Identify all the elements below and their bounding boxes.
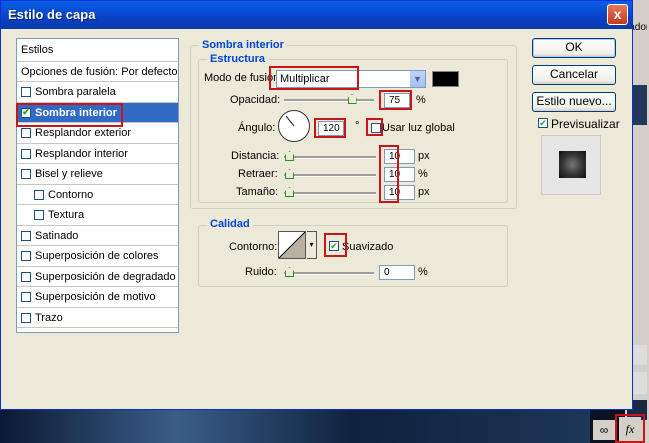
contour-dropdown-arrow[interactable]: ▾ [307, 231, 317, 259]
cancel-button[interactable]: Cancelar [532, 65, 616, 85]
angle-unit: ° [355, 120, 360, 132]
highlight-box [366, 118, 383, 136]
structure-title: Estructura [207, 53, 269, 65]
style-checkbox[interactable] [21, 312, 31, 323]
choke-slider[interactable] [284, 174, 376, 177]
layer-style-dialog: Estilo de capa x Estilos Opciones de fus… [0, 0, 633, 410]
opacity-label: Opacidad: [230, 94, 281, 106]
style-list-item[interactable]: Satinado [17, 226, 178, 246]
noise-unit: % [418, 266, 428, 278]
choke-label: Retraer: [238, 168, 278, 180]
distance-unit: px [418, 150, 430, 162]
inner-shadow-title: Sombra interior [199, 39, 287, 51]
global-light-label: Usar luz global [382, 122, 455, 134]
style-list-item[interactable]: Trazo [17, 308, 178, 328]
style-list-item-label: Superposición de colores [35, 250, 159, 262]
style-checkbox[interactable] [34, 210, 44, 220]
chevron-down-icon[interactable]: ▼ [410, 71, 425, 87]
quality-title: Calidad [207, 218, 253, 230]
angle-dial-needle [285, 115, 295, 127]
style-checkbox[interactable] [21, 271, 31, 282]
contour-curve-icon [278, 231, 306, 259]
style-list-item[interactable]: Opciones de fusión: Por defecto [17, 62, 178, 82]
highlight-box [16, 103, 123, 127]
highlight-box [324, 233, 347, 257]
style-list-item[interactable]: Superposición de degradado [17, 267, 178, 287]
style-list-item[interactable]: Sombra paralela [17, 83, 178, 103]
style-list-item-label: Sombra paralela [35, 86, 116, 98]
style-list-item-label: Satinado [35, 229, 79, 242]
antialias-label: Suavizado [342, 241, 394, 253]
style-checkbox[interactable] [21, 251, 31, 261]
shadow-color-swatch[interactable] [432, 71, 459, 87]
close-button[interactable]: x [607, 4, 628, 25]
noise-slider[interactable] [284, 272, 374, 275]
styles-list: Estilos Opciones de fusión: Por defecto S… [16, 38, 179, 333]
style-list-item[interactable]: Resplandor interior [17, 144, 178, 164]
style-list-item[interactable]: Superposición de motivo [17, 288, 178, 308]
ok-button[interactable]: OK [532, 38, 616, 58]
angle-label: Ángulo: [238, 122, 276, 134]
style-list-item-label: Superposición de degradado [35, 270, 176, 283]
style-list-item-label: Contorno [48, 188, 94, 201]
style-checkbox[interactable] [21, 230, 31, 241]
contour-preview[interactable] [278, 231, 306, 259]
preview-label: Previsualizar [551, 117, 620, 131]
style-list-item[interactable]: Superposición de colores [17, 247, 178, 267]
size-label: Tamaño: [236, 186, 279, 198]
style-list-item-label: Trazo [35, 311, 63, 324]
style-checkbox[interactable] [21, 128, 31, 138]
style-list-item[interactable]: Contorno [17, 185, 178, 205]
close-icon: x [613, 6, 622, 22]
window-title: Estilo de capa [8, 7, 96, 22]
highlight-box [314, 118, 346, 138]
choke-unit: % [418, 168, 428, 180]
style-list-item-label: Resplandor exterior [35, 127, 131, 139]
opacity-slider[interactable] [284, 99, 374, 102]
style-list-item[interactable]: Textura [17, 206, 178, 226]
link-icon[interactable]: ∞ [593, 420, 615, 440]
size-unit: px [418, 186, 430, 198]
noise-label: Ruido: [245, 266, 277, 278]
angle-dial[interactable] [278, 110, 310, 142]
style-checkbox[interactable] [21, 148, 31, 159]
style-list-item-label: Textura [48, 209, 85, 221]
highlight-box [615, 414, 645, 443]
style-list-item-label: Opciones de fusión: Por defecto [21, 65, 178, 78]
opacity-unit: % [416, 94, 426, 106]
style-checkbox[interactable] [21, 292, 31, 302]
style-preview-swatch [559, 151, 586, 178]
style-checkbox[interactable] [34, 189, 44, 200]
style-list-item-label: Resplandor interior [35, 147, 128, 160]
styles-list-header[interactable]: Estilos [17, 39, 178, 62]
contour-label: Contorno: [229, 241, 278, 253]
preview-checkbox[interactable]: ✔ [538, 118, 548, 128]
highlight-box [379, 145, 399, 203]
distance-slider[interactable] [284, 156, 376, 159]
style-checkbox[interactable] [21, 169, 31, 179]
noise-input[interactable]: 0 [379, 265, 415, 280]
style-list-item-label: Bisel y relieve [35, 168, 103, 180]
highlight-box [269, 66, 359, 90]
highlight-box [379, 90, 412, 110]
style-preview [541, 135, 601, 195]
new-style-button[interactable]: Estilo nuevo... [532, 92, 616, 112]
title-bar[interactable]: Estilo de capa x [1, 1, 632, 29]
distance-label: Distancia: [231, 150, 280, 162]
style-list-item[interactable]: Bisel y relieve [17, 165, 178, 185]
style-checkbox[interactable] [21, 87, 31, 97]
styles-header-label: Estilos [21, 44, 54, 56]
size-slider[interactable] [284, 192, 376, 195]
style-list-item-label: Superposición de motivo [35, 291, 156, 303]
